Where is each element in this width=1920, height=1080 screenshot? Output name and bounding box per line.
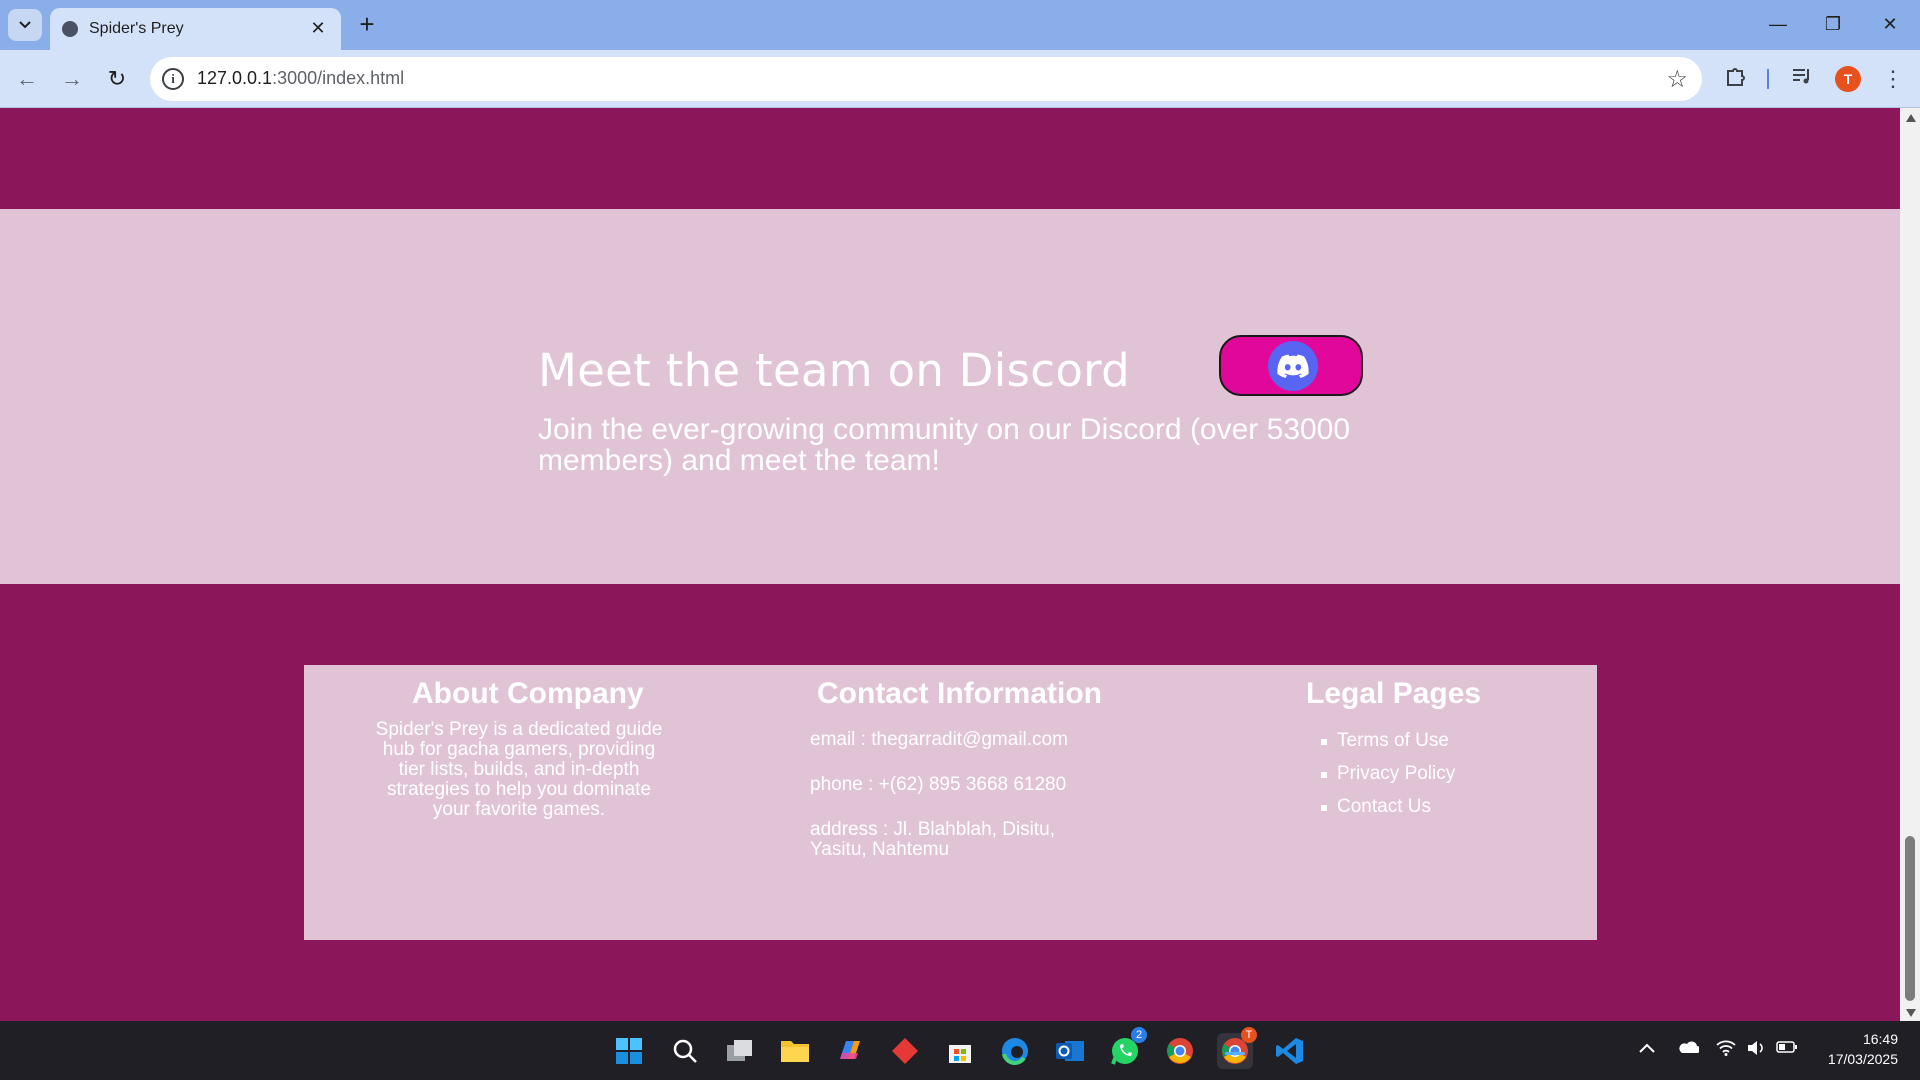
profile-avatar[interactable]: T: [1835, 66, 1861, 92]
close-tab-button[interactable]: ✕: [307, 17, 329, 39]
browser-tab-strip: Spider's Prey ✕ + — ❐ ✕: [0, 0, 1920, 50]
search-icon[interactable]: [667, 1033, 703, 1069]
copilot-icon[interactable]: [832, 1033, 868, 1069]
new-tab-button[interactable]: +: [353, 11, 381, 39]
system-clock[interactable]: 16:49 17/03/2025: [1828, 1029, 1898, 1069]
task-view-icon[interactable]: [722, 1033, 758, 1069]
legal-link-contact[interactable]: Contact Us: [1321, 796, 1455, 829]
windows-logo-icon: [616, 1038, 642, 1064]
browser-menu-icon[interactable]: ⋮: [1879, 65, 1907, 93]
start-button[interactable]: [611, 1033, 647, 1069]
wifi-icon[interactable]: [1716, 1040, 1736, 1061]
discord-heading: Meet the team on Discord: [538, 344, 1131, 397]
legal-title: Legal Pages: [1306, 677, 1482, 710]
site-info-icon[interactable]: i: [162, 68, 184, 90]
footer: About Company Spider's Prey is a dedicat…: [304, 665, 1597, 940]
battery-icon[interactable]: [1776, 1040, 1798, 1059]
url-text: 127.0.0.1:3000/index.html: [197, 68, 404, 89]
page-scrollbar[interactable]: [1900, 108, 1920, 1021]
minimize-button[interactable]: —: [1758, 9, 1798, 39]
bookmark-star-icon[interactable]: ☆: [1666, 65, 1688, 94]
discord-icon: [1268, 341, 1318, 391]
back-button[interactable]: ←: [12, 64, 42, 94]
chrome-icon[interactable]: [1162, 1033, 1198, 1069]
vscode-icon[interactable]: [1272, 1033, 1308, 1069]
onedrive-icon[interactable]: [1677, 1040, 1701, 1059]
legal-link-privacy[interactable]: Privacy Policy: [1321, 763, 1455, 796]
microsoft-store-icon[interactable]: [942, 1033, 978, 1069]
forward-button[interactable]: →: [57, 64, 87, 94]
discord-join-button[interactable]: [1219, 335, 1363, 396]
outlook-icon[interactable]: [1052, 1033, 1088, 1069]
chevron-down-icon: [19, 21, 31, 29]
tab-title: Spider's Prey: [89, 20, 184, 37]
file-explorer-icon[interactable]: [777, 1033, 813, 1069]
tab-search-button[interactable]: [8, 9, 42, 41]
scroll-up-arrow-icon[interactable]: [1906, 114, 1916, 122]
edge-icon[interactable]: [997, 1033, 1033, 1069]
globe-icon: [62, 21, 78, 37]
page-viewport: Meet the team on Discord Join the ever-g…: [0, 108, 1900, 1021]
clock-time: 16:49: [1862, 1031, 1898, 1047]
about-title: About Company: [412, 677, 644, 710]
app-diamond-icon[interactable]: [887, 1033, 923, 1069]
contact-email: email : thegarradit@gmail.com: [810, 729, 1068, 750]
clock-date: 17/03/2025: [1827, 1051, 1898, 1067]
contact-address: address : Jl. Blahblah, Disitu, Yasitu, …: [810, 819, 1056, 860]
volume-icon[interactable]: [1747, 1040, 1765, 1061]
restore-button[interactable]: ❐: [1813, 9, 1853, 39]
legal-link-terms[interactable]: Terms of Use: [1321, 730, 1455, 763]
whatsapp-icon[interactable]: 2: [1107, 1027, 1147, 1069]
toolbar-divider: [1767, 69, 1769, 89]
contact-title: Contact Information: [817, 677, 1102, 710]
discord-section: Meet the team on Discord Join the ever-g…: [0, 209, 1900, 584]
close-window-button[interactable]: ✕: [1870, 9, 1910, 39]
scroll-thumb[interactable]: [1905, 836, 1915, 1001]
url-host: 127.0.0.1: [197, 68, 273, 88]
chrome-profile-icon[interactable]: T: [1217, 1027, 1257, 1069]
about-text: Spider's Prey is a dedicated guide hub f…: [375, 719, 663, 820]
discord-description: Join the ever-growing community on our D…: [538, 413, 1351, 477]
extensions-icon[interactable]: [1722, 65, 1750, 93]
whatsapp-badge: 2: [1131, 1027, 1147, 1043]
tray-chevron-up-icon[interactable]: [1639, 1040, 1655, 1058]
legal-links: Terms of Use Privacy Policy Contact Us: [1321, 730, 1455, 829]
contact-phone: phone : +(62) 895 3668 61280: [810, 774, 1067, 795]
reload-button[interactable]: ↻: [102, 64, 132, 94]
media-control-icon[interactable]: [1788, 65, 1816, 93]
windows-taskbar: 2 T: [0, 1021, 1920, 1080]
chrome-profile-badge: T: [1241, 1027, 1257, 1043]
active-app-indicator: [1225, 1052, 1245, 1055]
address-bar[interactable]: i 127.0.0.1:3000/index.html ☆: [150, 57, 1702, 101]
scroll-down-arrow-icon[interactable]: [1906, 1009, 1916, 1017]
browser-tab-active[interactable]: Spider's Prey ✕: [50, 8, 341, 50]
browser-toolbar: ← → ↻ i 127.0.0.1:3000/index.html ☆ ⋮: [0, 50, 1920, 108]
url-path: :3000/index.html: [272, 68, 405, 88]
